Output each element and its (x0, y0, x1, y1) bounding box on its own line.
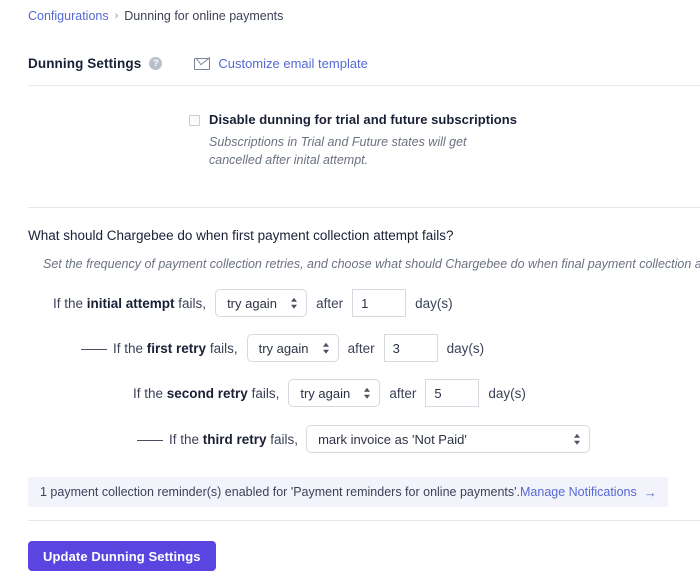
retry-row-first: —— If the first retry fails, try again a… (81, 334, 484, 362)
retry-action-value-third: mark invoice as 'Not Paid' (318, 431, 467, 447)
retry-question: What should Chargebee do when first paym… (28, 228, 454, 243)
retry-action-select-initial[interactable]: try again (215, 289, 308, 317)
retry-delay-input-first[interactable] (383, 334, 438, 362)
notification-banner-text: 1 payment collection reminder(s) enabled… (40, 485, 520, 499)
days-label-first: day(s) (446, 340, 485, 356)
manage-notifications-label: Manage Notifications (520, 485, 637, 499)
disable-dunning-label: Disable dunning for trial and future sub… (209, 112, 518, 127)
retry-action-select-second[interactable]: try again (288, 379, 381, 407)
divider-header (28, 85, 700, 86)
update-dunning-settings-button[interactable]: Update Dunning Settings (28, 541, 216, 571)
divider-middle (28, 207, 700, 208)
disable-dunning-block: Disable dunning for trial and future sub… (189, 112, 517, 169)
chevron-updown-icon (322, 342, 329, 354)
breadcrumb-link-configurations[interactable]: Configurations (28, 8, 109, 24)
retry-action-value-second: try again (300, 385, 351, 401)
breadcrumb-current: Dunning for online payments (124, 9, 284, 23)
help-icon[interactable]: ? (149, 57, 163, 70)
envelope-icon (194, 57, 211, 70)
retry-row-first-text: If the first retry fails, (113, 340, 238, 356)
tree-dash-icon-first: —— (81, 340, 107, 356)
page-title: Dunning Settings (28, 56, 142, 71)
chevron-updown-icon (291, 297, 298, 309)
after-label-second: after (389, 385, 417, 401)
retry-action-value-initial: try again (227, 295, 277, 311)
retry-delay-input-second[interactable] (425, 379, 480, 407)
retry-action-select-third[interactable]: mark invoice as 'Not Paid' (306, 425, 591, 453)
tree-dash-icon-third: —— (137, 431, 163, 447)
days-label-second: day(s) (488, 385, 526, 401)
retry-row-initial: If the initial attempt fails, try again … (53, 289, 453, 317)
breadcrumb-separator-icon: › (114, 10, 119, 22)
notification-banner: 1 payment collection reminder(s) enabled… (28, 477, 668, 507)
customize-email-template-label: Customize email template (218, 56, 368, 71)
chevron-updown-icon (574, 433, 581, 445)
retry-row-second-text: If the second retry fails, (133, 385, 280, 401)
dunning-settings-page: Configurations › Dunning for online paym… (0, 0, 700, 588)
retry-delay-input-initial[interactable] (352, 289, 407, 317)
disable-dunning-description: Subscriptions in Trial and Future states… (209, 135, 467, 167)
manage-notifications-link[interactable]: Manage Notifications → (520, 485, 657, 500)
section-header: Dunning Settings ? Customize email templ… (28, 56, 368, 71)
retry-action-select-first[interactable]: try again (246, 334, 339, 362)
breadcrumb: Configurations › Dunning for online paym… (28, 8, 283, 24)
arrow-right-icon: → (643, 484, 657, 500)
divider-footer (28, 520, 700, 521)
retry-row-second: If the second retry fails, try again aft… (133, 379, 526, 407)
retry-row-third-text: If the third retry fails, (169, 431, 299, 447)
retry-row-initial-text: If the initial attempt fails, (53, 295, 207, 311)
chevron-updown-icon (364, 387, 371, 399)
disable-dunning-row[interactable]: Disable dunning for trial and future sub… (189, 112, 517, 127)
after-label-initial: after (316, 295, 344, 311)
retry-question-description: Set the frequency of payment collection … (43, 257, 700, 271)
days-label-initial: day(s) (415, 295, 453, 311)
disable-dunning-checkbox[interactable] (189, 115, 200, 126)
retry-row-third: —— If the third retry fails, mark invoic… (137, 425, 599, 453)
after-label-first: after (347, 340, 375, 356)
retry-action-value-first: try again (258, 340, 309, 356)
customize-email-template-link[interactable]: Customize email template (194, 56, 368, 71)
